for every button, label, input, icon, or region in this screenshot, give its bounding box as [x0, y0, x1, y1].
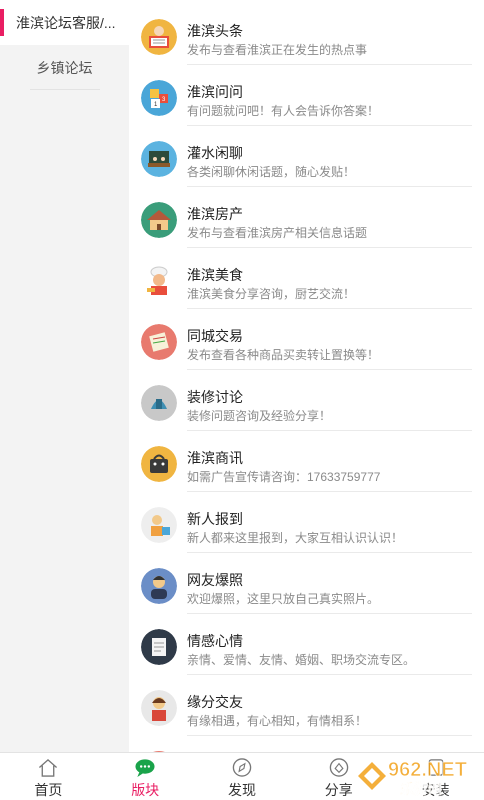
forum-title: 情感心情 — [187, 633, 243, 649]
forum-row[interactable]: 同城交易 发布查看各种商品买卖转让置换等！ — [129, 309, 484, 370]
watermark-logo: 962.NET 乐游网 — [338, 754, 478, 798]
forum-description: 发布查看各种商品买卖转让置换等！ — [187, 348, 380, 362]
forum-list: 淮滨头条 发布与查看淮滨正在发生的热点事 13 淮滨问问 有问题就问吧！有人会告… — [129, 0, 484, 752]
newcomer-icon — [141, 507, 177, 543]
forum-row[interactable]: 网友爆照 欢迎爆照，这里只放自己真实照片。 — [129, 553, 484, 614]
forum-row[interactable]: 情感心情 亲情、爱情、友情、婚姻、职场交流专区。 — [129, 614, 484, 675]
sidebar-item-service[interactable]: 淮滨论坛客服/... — [0, 0, 129, 45]
forum-row[interactable]: 淮滨美食 淮滨美食分享咨询，厨艺交流！ — [129, 248, 484, 309]
forum-title: 新人报到 — [187, 511, 243, 527]
forum-row[interactable]: 淮滨房产 发布与查看淮滨房产相关信息话题 — [129, 187, 484, 248]
forum-row-partial[interactable] — [129, 736, 484, 752]
shopping-bag-icon — [141, 446, 177, 482]
forum-row[interactable]: 淮滨商讯 如需广告宣传请咨询：17633759777 — [129, 431, 484, 492]
notebook-icon — [141, 629, 177, 665]
forum-title: 淮滨商讯 — [187, 450, 243, 466]
forum-description: 欢迎爆照，这里只放自己真实照片。 — [187, 592, 380, 606]
forum-description: 有问题就问吧！有人会告诉你答案！ — [187, 104, 380, 118]
user-photo-icon — [141, 568, 177, 604]
forum-description: 淮滨美食分享咨询，厨艺交流！ — [187, 287, 356, 301]
house-icon — [141, 202, 177, 238]
forum-description: 如需广告宣传请咨询：17633759777 — [187, 470, 381, 484]
forum-title: 淮滨问问 — [187, 84, 243, 100]
tab-label: 发现 — [227, 782, 256, 798]
forum-category-sidebar: 淮滨论坛客服/... 乡镇论坛 — [0, 0, 129, 752]
forum-row[interactable]: 缘分交友 有缘相遇，有心相知，有情相系！ — [129, 675, 484, 736]
forum-description: 亲情、爱情、友情、婚姻、职场交流专区。 — [187, 653, 416, 667]
forum-title: 淮滨房产 — [187, 206, 243, 222]
forum-title: 同城交易 — [187, 328, 243, 344]
forum-row[interactable]: 装修讨论 装修问题咨询及经验分享！ — [129, 370, 484, 431]
sidebar-item-towns[interactable]: 乡镇论坛 — [0, 45, 129, 90]
tab-home[interactable]: 首页 — [0, 753, 97, 800]
tab-discover[interactable]: 发现 — [194, 753, 291, 800]
chef-icon — [141, 263, 177, 299]
forum-row[interactable]: 灌水闲聊 各类闲聊休闲话题，随心发贴！ — [129, 126, 484, 187]
forum-title: 灌水闲聊 — [187, 145, 243, 161]
forum-title: 装修讨论 — [187, 389, 243, 405]
svg-text:962.NET: 962.NET — [388, 759, 467, 781]
paint-roller-icon — [141, 385, 177, 421]
compass-icon — [232, 758, 252, 777]
newspaper-reader-icon — [141, 19, 177, 55]
chat-bubble-icon — [135, 759, 155, 778]
tab-forums[interactable]: 版块 — [97, 753, 194, 800]
forum-row[interactable]: 淮滨头条 发布与查看淮滨正在发生的热点事 — [129, 4, 484, 65]
tab-label: 首页 — [34, 782, 63, 798]
forum-description: 装修问题咨询及经验分享！ — [187, 409, 332, 423]
tab-label: 版块 — [131, 782, 160, 798]
forum-row[interactable]: 13 淮滨问问 有问题就问吧！有人会告诉你答案！ — [129, 65, 484, 126]
forum-title: 淮滨美食 — [187, 267, 243, 283]
trade-tag-icon — [141, 324, 177, 360]
svg-text:乐游网: 乐游网 — [400, 781, 442, 797]
friend-girl-icon — [141, 690, 177, 726]
forum-description: 发布与查看淮滨房产相关信息话题 — [187, 226, 368, 240]
sidebar-item-label: 淮滨论坛客服/... — [16, 14, 116, 31]
abc-blocks-icon: 13 — [141, 80, 177, 116]
forum-title: 淮滨头条 — [187, 23, 243, 39]
forum-description: 新人都来这里报到，大家互相认识认识！ — [187, 531, 404, 545]
sidebar-divider — [30, 89, 100, 90]
chat-desk-icon — [141, 141, 177, 177]
forum-description: 发布与查看淮滨正在发生的热点事 — [187, 43, 368, 57]
home-icon — [39, 758, 58, 777]
forum-description: 有缘相遇，有心相知，有情相系！ — [187, 714, 368, 728]
forum-description: 各类闲聊休闲话题，随心发贴！ — [187, 165, 356, 179]
sidebar-item-label: 乡镇论坛 — [36, 59, 93, 76]
forum-row[interactable]: 新人报到 新人都来这里报到，大家互相认识认识！ — [129, 492, 484, 553]
forum-title: 网友爆照 — [187, 572, 243, 588]
forum-title: 缘分交友 — [187, 694, 243, 710]
